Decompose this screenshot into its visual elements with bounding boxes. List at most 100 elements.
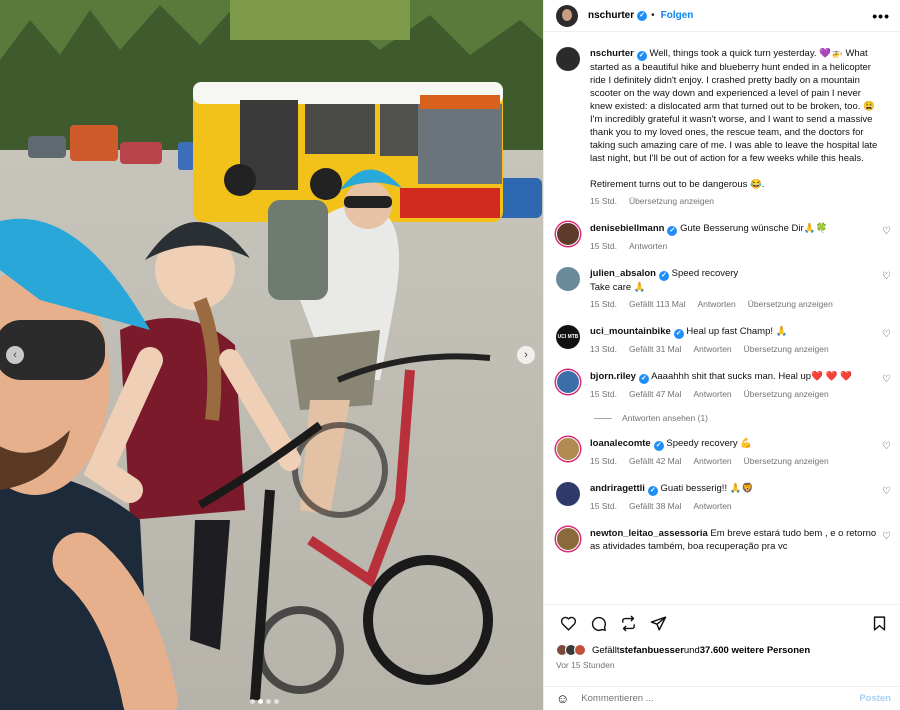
- comment-likes[interactable]: Gefällt 38 Mal: [629, 500, 681, 513]
- comment-item: bjorn.riley ✓ Aaaahhh shit that sucks man…: [556, 370, 891, 401]
- likes-summary[interactable]: Gefällt stefanbuesser und 37.600 weitere…: [556, 644, 810, 656]
- share-button[interactable]: [646, 612, 670, 636]
- commenter-username[interactable]: loanalecomte: [590, 438, 651, 449]
- comment-likes[interactable]: Gefällt 31 Mal: [629, 343, 681, 356]
- commenter-username[interactable]: julien_absalon: [590, 268, 656, 279]
- comment-item: denisebiellmann ✓ Gute Besserung wünsche …: [556, 222, 891, 253]
- comment-text: Speed recovery: [671, 268, 739, 279]
- verified-badge-icon: ✓: [659, 271, 669, 281]
- caption-time: 15 Std.: [590, 196, 617, 206]
- follow-button[interactable]: Folgen: [661, 10, 694, 21]
- post-side-panel: nschurter ✓ • Folgen ••• nschurter ✓ Well…: [543, 0, 900, 710]
- comments-list[interactable]: nschurter ✓ Well, things took a quick tur…: [544, 33, 900, 603]
- add-comment-bar: ☺ Posten: [544, 686, 900, 710]
- comment-time: 15 Std.: [590, 299, 617, 309]
- photo-scene: [0, 0, 543, 710]
- comment-time: 13 Std.: [590, 344, 617, 354]
- comment-text: Guati besserig!! 🙏🦁: [660, 483, 754, 494]
- comment-time: 15 Std.: [590, 389, 617, 399]
- emoji-icon[interactable]: ☺: [556, 691, 569, 706]
- comment-likes[interactable]: Gefällt 42 Mal: [629, 455, 681, 468]
- previous-image-button[interactable]: ‹: [6, 346, 24, 364]
- paper-plane-icon: [650, 616, 666, 631]
- heart-icon: [560, 616, 576, 631]
- like-comment-heart-icon[interactable]: ♡: [882, 374, 891, 385]
- comment-text-2: Take care 🙏: [590, 282, 646, 293]
- caption-meta: 15 Std. Übersetzung anzeigen: [590, 195, 882, 208]
- comment-item: loanalecomte ✓ Speedy recovery 💪 15 Std. …: [556, 437, 891, 468]
- like-comment-heart-icon[interactable]: ♡: [882, 226, 891, 237]
- commenter-avatar[interactable]: [556, 527, 580, 551]
- next-image-button[interactable]: ›: [517, 346, 535, 364]
- verified-badge-icon: ✓: [647, 486, 658, 496]
- author-avatar[interactable]: [556, 47, 580, 71]
- header-separator: •: [651, 10, 655, 21]
- liker-avatar: [574, 644, 586, 656]
- liker-username[interactable]: stefanbuesser: [619, 645, 683, 656]
- translate-link[interactable]: Übersetzung anzeigen: [744, 343, 829, 356]
- comment-likes[interactable]: Gefällt 113 Mal: [629, 298, 686, 311]
- more-options-icon[interactable]: •••: [872, 8, 890, 24]
- commenter-avatar[interactable]: [556, 267, 580, 291]
- reply-button[interactable]: Antworten: [693, 388, 731, 401]
- reply-button[interactable]: Antworten: [693, 343, 731, 356]
- like-comment-heart-icon[interactable]: ♡: [882, 531, 891, 542]
- carousel-dot-active: [258, 699, 263, 704]
- comment-time: 15 Std.: [590, 501, 617, 511]
- post-timestamp: Vor 15 Stunden: [556, 660, 615, 670]
- comment-item: UCI MTB uci_mountainbike ✓ Heal up fast C…: [556, 325, 891, 356]
- chevron-left-icon: ‹: [13, 349, 17, 361]
- comment-likes[interactable]: Gefällt 47 Mal: [629, 388, 681, 401]
- reply-button[interactable]: Antworten: [697, 298, 735, 311]
- reply-button[interactable]: Antworten: [693, 500, 731, 513]
- commenter-avatar[interactable]: [556, 370, 580, 394]
- carousel-dot: [250, 699, 255, 704]
- caption-text-3: Retirement turns out to be dangerous 😂.: [590, 179, 765, 190]
- carousel-dots: [250, 699, 279, 704]
- commenter-avatar[interactable]: [556, 437, 580, 461]
- repost-icon: [621, 615, 635, 632]
- likes-count[interactable]: 37.600 weitere Personen: [700, 645, 810, 656]
- reply-button[interactable]: Antworten: [629, 240, 667, 253]
- comment-bubble-icon: [591, 616, 606, 631]
- commenter-username[interactable]: bjorn.riley: [590, 371, 636, 382]
- verified-badge-icon: ✓: [637, 10, 648, 21]
- post-photo[interactable]: ‹ ›: [0, 0, 543, 710]
- translate-link[interactable]: Übersetzung anzeigen: [629, 195, 714, 208]
- commenter-avatar[interactable]: UCI MTB: [556, 325, 580, 349]
- comment-input[interactable]: [581, 693, 860, 704]
- like-button[interactable]: [556, 612, 580, 636]
- comment-text: Aaaahhh shit that sucks man. Heal up❤️ ❤…: [651, 371, 852, 382]
- translate-link[interactable]: Übersetzung anzeigen: [744, 388, 829, 401]
- translate-link[interactable]: Übersetzung anzeigen: [744, 455, 829, 468]
- author-username[interactable]: nschurter: [588, 10, 634, 21]
- commenter-username[interactable]: newton_leitao_assessoria: [590, 528, 708, 539]
- commenter-username[interactable]: andriragettli: [590, 483, 645, 494]
- like-comment-heart-icon[interactable]: ♡: [882, 486, 891, 497]
- verified-badge-icon: ✓: [636, 51, 647, 61]
- view-replies-button[interactable]: Antworten ansehen (1): [594, 413, 891, 423]
- reply-button[interactable]: Antworten: [693, 455, 731, 468]
- like-comment-heart-icon[interactable]: ♡: [882, 271, 891, 282]
- repost-button[interactable]: [616, 612, 640, 636]
- comment-text: Speedy recovery 💪: [666, 438, 753, 449]
- comment-item: newton_leitao_assessoria Em breve estará…: [556, 527, 891, 553]
- commenter-username[interactable]: uci_mountainbike: [590, 326, 671, 337]
- post-comment-button[interactable]: Posten: [859, 693, 891, 704]
- like-comment-heart-icon[interactable]: ♡: [882, 441, 891, 452]
- commenter-avatar[interactable]: [556, 482, 580, 506]
- post-header: nschurter ✓ • Folgen •••: [544, 0, 900, 32]
- caption-text-2: I'm incredibly grateful it wasn't worse,…: [590, 114, 878, 164]
- like-comment-heart-icon[interactable]: ♡: [882, 329, 891, 340]
- likes-mid: und: [683, 644, 700, 656]
- commenter-username[interactable]: denisebiellmann: [590, 223, 664, 234]
- translate-link[interactable]: Übersetzung anzeigen: [748, 298, 833, 311]
- caption-username[interactable]: nschurter: [590, 48, 634, 59]
- author-avatar[interactable]: [556, 4, 578, 27]
- save-button[interactable]: [867, 612, 891, 636]
- commenter-avatar[interactable]: [556, 222, 580, 246]
- carousel-dot: [274, 699, 279, 704]
- post-action-bar: [544, 604, 900, 642]
- comment-button[interactable]: [586, 612, 610, 636]
- verified-badge-icon: ✓: [667, 226, 678, 236]
